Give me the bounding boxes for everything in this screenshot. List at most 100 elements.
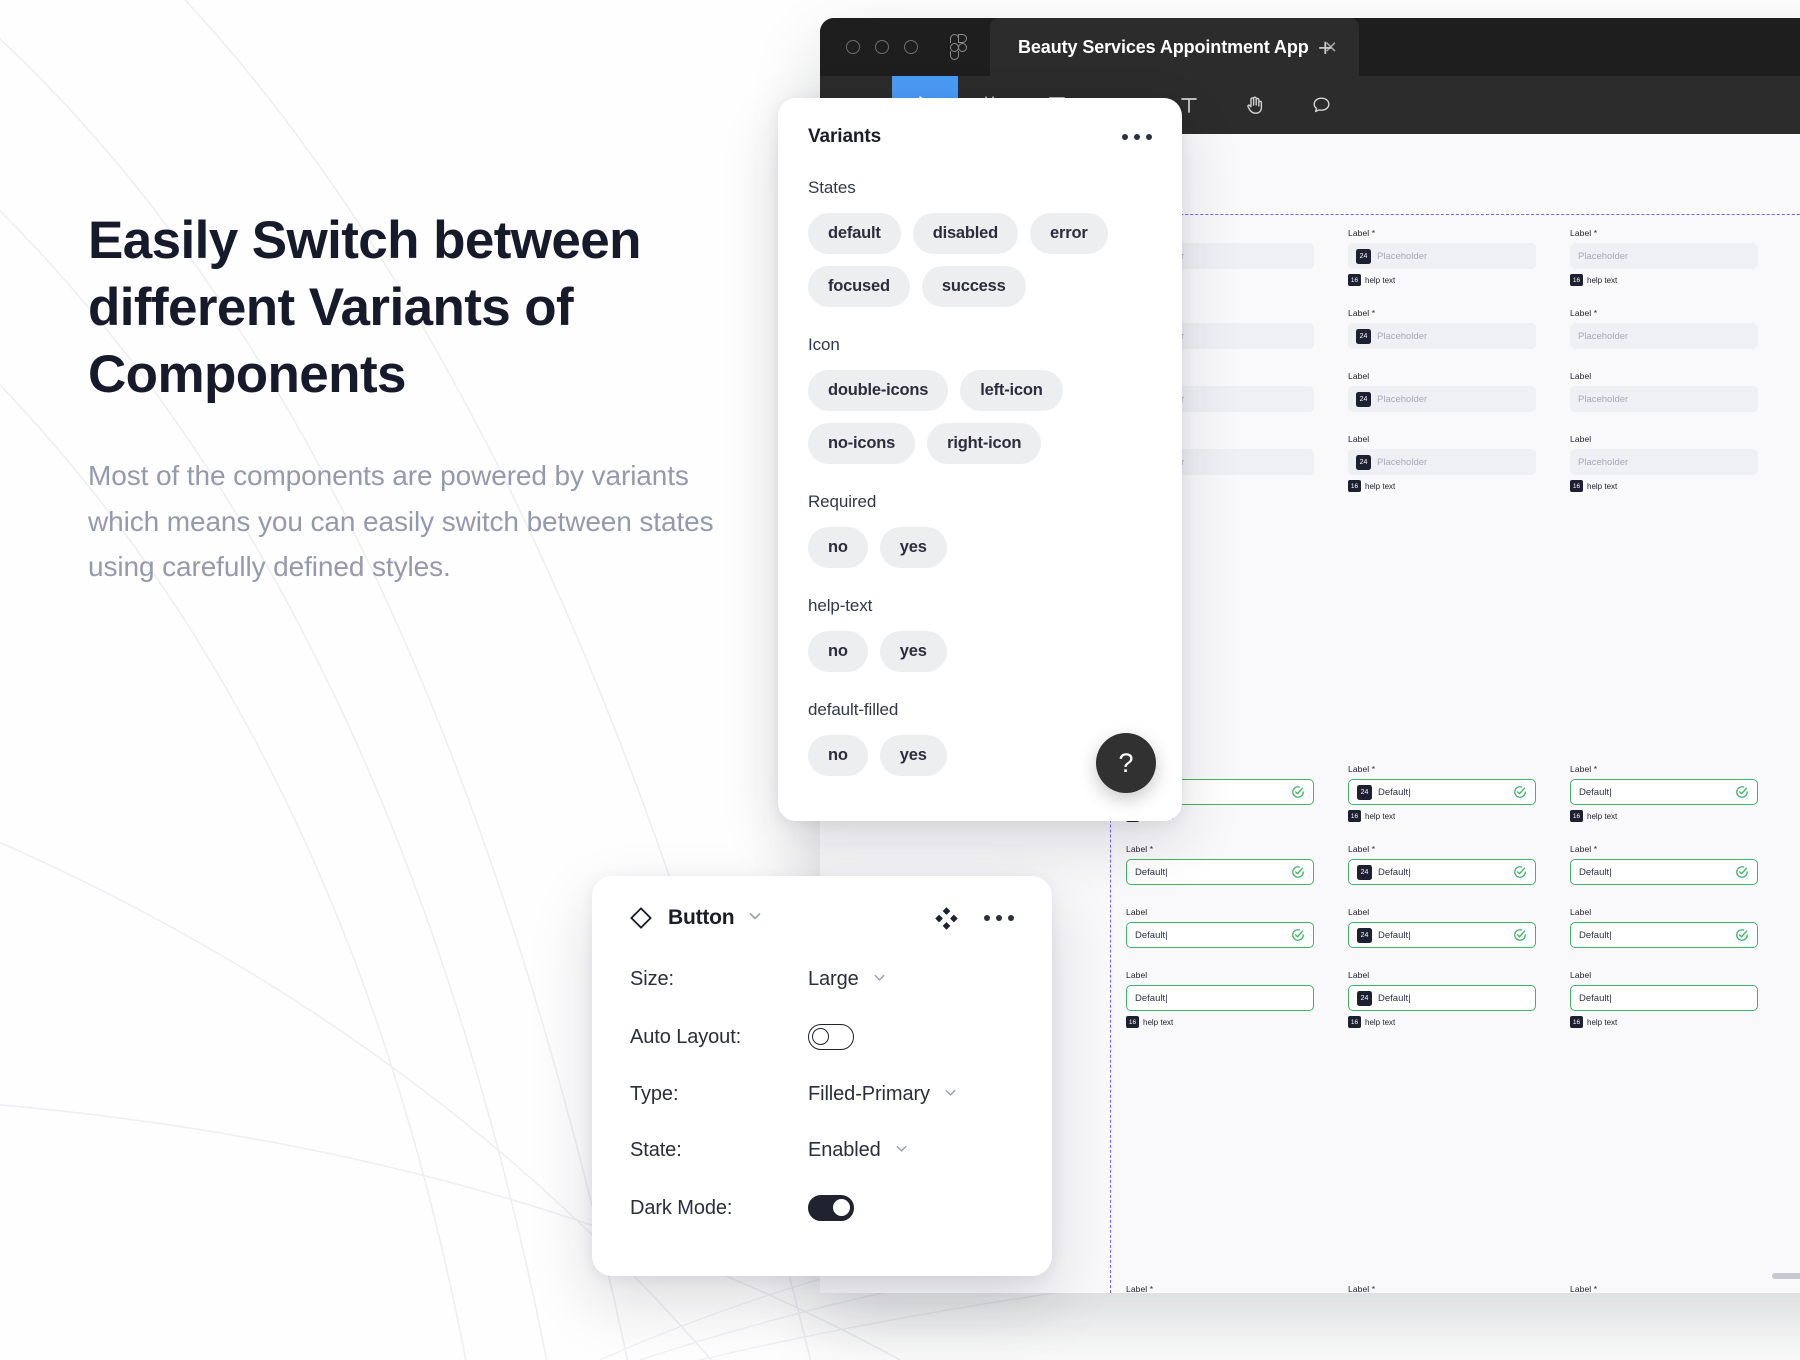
variant-option-double-icons[interactable]: double-icons [808,370,949,411]
help-text-label: help text [1587,481,1618,491]
text-field-label: Label [1570,970,1592,980]
variant-option-success[interactable]: success [921,266,1026,307]
variant-option-focused[interactable]: focused [808,266,910,307]
success-check-icon [1292,866,1304,878]
text-field-placeholder: Placeholder [1377,250,1428,262]
document-tab[interactable]: Beauty Services Appointment App × [990,18,1359,76]
toggle-knob [812,1027,829,1045]
variant-option-no[interactable]: no [808,527,868,568]
text-field-placeholder: Placeholder [1377,393,1428,405]
figma-titlebar: Beauty Services Appointment App × + [820,18,1800,76]
text-field-input[interactable]: 24 Placeholder [1348,323,1536,349]
text-field-input[interactable]: Placeholder [1570,323,1758,349]
property-value-label: Filled-Primary [808,1083,930,1105]
text-field-input[interactable]: 24 Placeholder [1348,449,1536,475]
success-check-icon [1736,786,1748,798]
variant-option-right-icon[interactable]: right-icon [927,423,1042,464]
chevron-down-icon [872,968,887,991]
variants-grid-icon[interactable] [935,906,958,930]
variant-group-label: Required [808,492,877,511]
toggle-darkmode[interactable] [808,1195,854,1221]
text-field-input[interactable]: Placeholder [1570,386,1758,412]
variant-option-left-icon[interactable]: left-icon [960,370,1063,411]
text-field-input[interactable]: Default| [1126,859,1314,885]
field-grid-error: Label *In Label *24Default| Label *Default… [1126,1284,1758,1293]
text-field-label: Label * [1348,844,1376,854]
variant-option-yes[interactable]: yes [879,631,947,672]
property-row: State: Enabled [630,1139,1014,1162]
button-property-rows: Size: Large Auto Layout: Type: Filled-Primar… [630,968,1014,1221]
text-field-placeholder: Placeholder [1578,456,1629,468]
variant-option-disabled[interactable]: disabled [912,213,1019,254]
text-field-input[interactable]: 24 Placeholder [1348,386,1536,412]
text-field: Label *24Default| [1348,1284,1536,1293]
variant-groups: States default disabled error focused success… [808,178,1152,776]
chevron-down-icon[interactable] [747,908,763,929]
variant-option-yes[interactable]: yes [879,735,947,776]
close-window-button[interactable] [846,40,860,54]
text-field-value: Default| [1579,866,1612,878]
text-field-input[interactable]: Default| [1570,985,1758,1011]
text-field-input[interactable]: Default| [1570,922,1758,948]
variant-option-yes[interactable]: yes [879,527,947,568]
minimize-window-button[interactable] [875,40,889,54]
property-label: Type: [630,1083,679,1105]
text-field-label: Label * [1348,1284,1376,1293]
more-options-icon[interactable] [1122,134,1152,140]
text-field-input[interactable]: 24 Default| [1348,859,1536,885]
property-value-select[interactable]: Large [808,968,887,991]
help-text-label: help text [1587,1017,1618,1027]
property-label: Dark Mode: [630,1196,733,1219]
maximize-window-button[interactable] [904,40,918,54]
window-controls[interactable] [820,40,918,54]
text-field-input[interactable]: 24 Default| [1348,985,1536,1011]
help-text-label: help text [1365,275,1396,285]
help-button[interactable]: ? [1096,733,1156,793]
variant-group-label: States [808,178,856,197]
help-text-label: help text [1365,811,1396,821]
text-field-label: Label * [1348,308,1376,318]
text-field-label: Label * [1348,228,1376,238]
text-field-value: Default| [1135,929,1168,941]
text-field-input[interactable]: 24 Placeholder [1348,243,1536,269]
leading-icon-badge: 24 [1357,990,1372,1006]
text-field-help: 16 help text [1570,1016,1758,1028]
variant-group-label: Icon [808,335,840,354]
figma-logo-icon [950,34,968,60]
variant-option-no[interactable]: no [808,735,868,776]
property-value-select[interactable]: Enabled [808,1139,909,1162]
comment-tool-icon[interactable] [1288,76,1354,134]
text-field: Label * Placeholder 16 help text [1570,228,1758,286]
hand-tool-icon[interactable] [1222,76,1288,134]
text-field-label: Label * [1126,1284,1154,1293]
text-field-placeholder: Placeholder [1578,393,1629,405]
success-column-left-icon: Label * 24 Default| 16 help text Label * 24 Def… [1348,764,1536,1050]
more-options-icon[interactable] [984,915,1014,921]
text-field-value: Default| [1579,929,1612,941]
property-value-select[interactable]: Filled-Primary [808,1083,958,1106]
variant-option-row: double-icons left-icon no-icons right-icon [808,370,1152,464]
text-field: Label Default| [1126,907,1314,948]
text-field-input[interactable]: Placeholder [1570,243,1758,269]
text-field-input[interactable]: Default| [1570,779,1758,805]
success-check-icon [1514,786,1526,798]
text-field: Label Default| 16 help text [1570,970,1758,1028]
help-icon-badge: 16 [1570,274,1583,286]
help-icon-badge: 16 [1126,1016,1139,1028]
text-field-input[interactable]: 24 Default| [1348,922,1536,948]
variant-option-no-icons[interactable]: no-icons [808,423,916,464]
text-field-input[interactable]: Default| [1570,859,1758,885]
text-field: Label * 24 Placeholder [1348,308,1536,349]
text-field-input[interactable]: Default| [1126,922,1314,948]
text-field-label: Label [1570,371,1592,381]
variant-option-no[interactable]: no [808,631,868,672]
text-field-input[interactable]: Default| [1126,985,1314,1011]
text-field-value: Default| [1579,992,1612,1004]
toggle-autolayout[interactable] [808,1024,854,1050]
variant-option-default[interactable]: default [808,213,901,254]
text-field-input[interactable]: Placeholder [1570,449,1758,475]
canvas-scrollbar[interactable] [1772,1273,1800,1279]
new-tab-button[interactable]: + [1318,36,1333,61]
text-field-input[interactable]: 24 Default| [1348,779,1536,805]
variant-option-error[interactable]: error [1030,213,1108,254]
